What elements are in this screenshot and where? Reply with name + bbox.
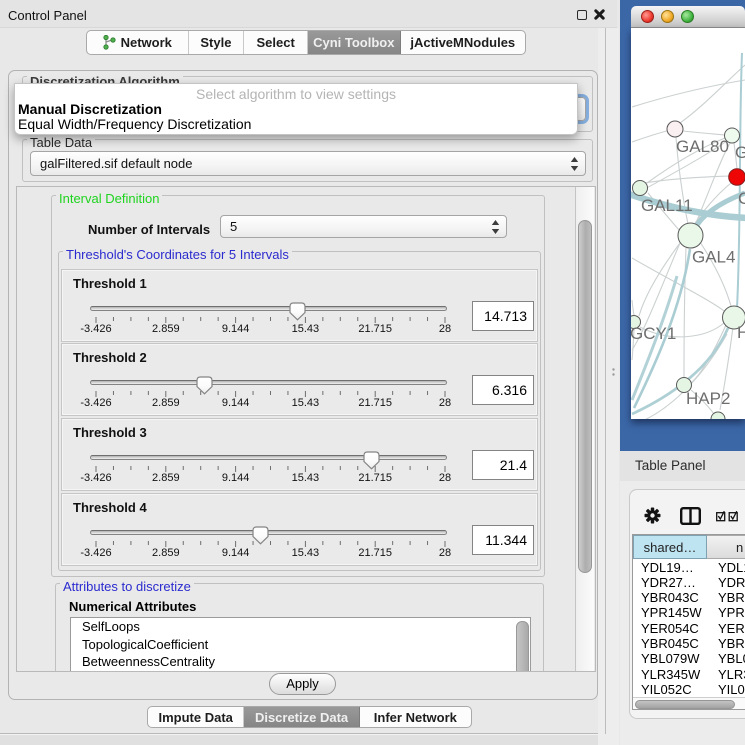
svg-text:GAL4: GAL4	[692, 248, 735, 267]
svg-text:GCY1: GCY1	[631, 324, 676, 343]
svg-text:GAL80: GAL80	[676, 137, 729, 156]
svg-text:H: H	[737, 323, 745, 342]
svg-text:HAP2: HAP2	[686, 389, 730, 408]
svg-text:GAL11: GAL11	[641, 196, 693, 215]
svg-text:G.: G.	[735, 143, 745, 162]
svg-text:C: C	[738, 189, 745, 208]
